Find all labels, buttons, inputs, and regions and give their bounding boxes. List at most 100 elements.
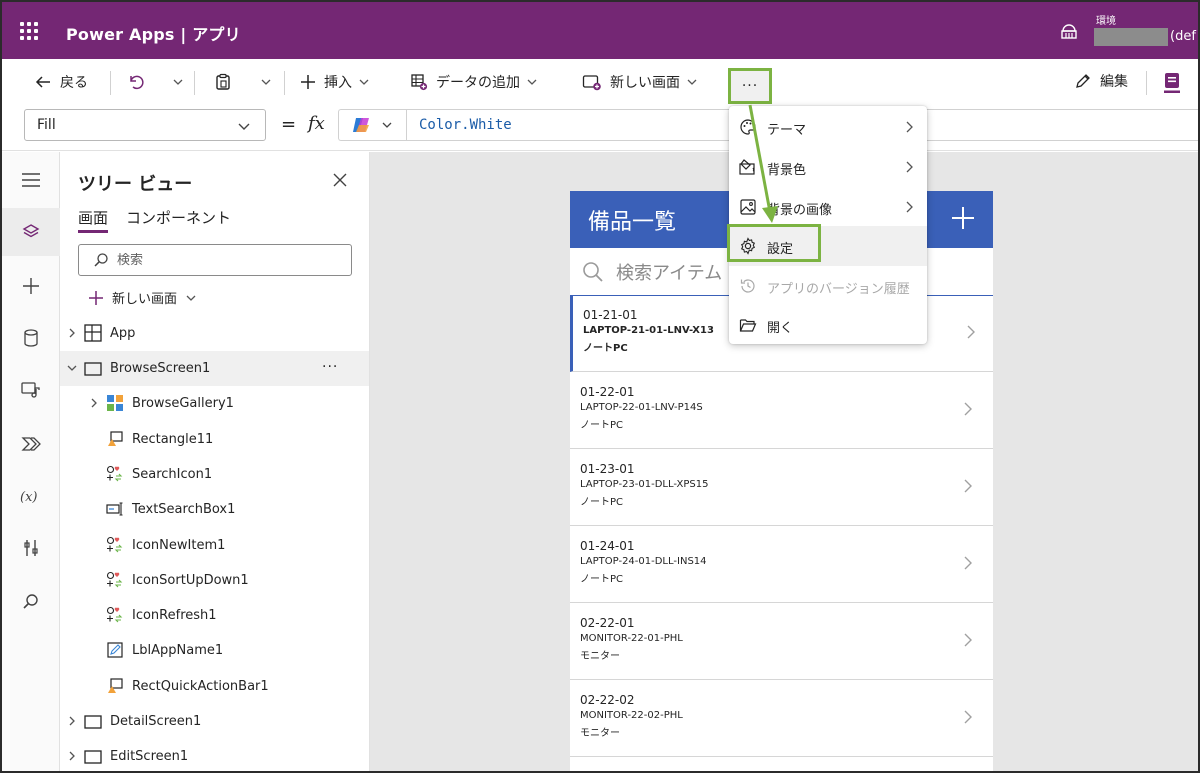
menu-item-background-color[interactable]: 背景色 [729, 147, 927, 187]
text-input-icon [106, 502, 123, 516]
tree-node-rect-quick-action-bar[interactable]: RectQuickActionBar1 [60, 669, 369, 704]
new-screen-label: 新しい画面 [610, 75, 680, 91]
rail-power-automate[interactable] [2, 420, 60, 468]
tree-node-browse-gallery[interactable]: BrowseGallery1 [60, 386, 369, 421]
add-data-label: データの追加 [436, 75, 520, 91]
item-code: 02-22-01 [580, 616, 635, 630]
tree-node-icon-refresh[interactable]: IconRefresh1 [60, 598, 369, 633]
tree-node-label-app-name[interactable]: LblAppName1 [60, 633, 369, 668]
edit-button[interactable]: 編集 [1074, 71, 1128, 91]
app-name-label[interactable]: 備品一覧 [588, 204, 676, 236]
gallery-item[interactable]: 02-22-02 MONITOR-22-02-PHL モニター [570, 680, 993, 757]
chevron-right-icon[interactable] [963, 710, 973, 724]
insert-button[interactable]: 挿入 [300, 71, 370, 93]
fx-label: fx [308, 113, 325, 134]
environment-label: 環境 [1096, 16, 1116, 27]
close-icon[interactable] [332, 172, 348, 188]
undo-button[interactable] [127, 71, 145, 93]
tree-node-icon-sort[interactable]: IconSortUpDown1 [60, 563, 369, 598]
chevron-right-icon[interactable] [963, 633, 973, 647]
tree-node-detail-screen[interactable]: DetailScreen1 [60, 704, 369, 739]
environment-icon[interactable] [1060, 22, 1078, 40]
app-header: Power Apps | アプリ 環境 (def [2, 2, 1198, 59]
chevron-right-icon[interactable] [963, 479, 973, 493]
tree-view-title: ツリー ビュー [78, 174, 193, 195]
rail-tree-view[interactable] [2, 208, 60, 256]
theme-icon [740, 119, 756, 135]
icon-control-icon [106, 571, 123, 588]
item-name: MONITOR-22-02-PHL [580, 710, 683, 721]
add-data-button[interactable]: データの追加 [410, 71, 538, 93]
item-name: LAPTOP-21-01-LNV-X13 [583, 325, 714, 336]
tree-node-label: EditScreen1 [110, 749, 189, 764]
chevron-right-icon[interactable] [963, 402, 973, 416]
gallery-item[interactable]: 02-22-01 MONITOR-22-01-PHL モニター [570, 603, 993, 680]
chevron-right-icon[interactable] [963, 556, 973, 570]
menu-item-open[interactable]: 開く [729, 305, 927, 345]
tree-node-text-search-box[interactable]: TextSearchBox1 [60, 492, 369, 527]
property-dropdown[interactable]: Fill [24, 109, 266, 141]
new-screen-icon [582, 75, 601, 91]
variables-icon: (x) [20, 490, 37, 505]
gallery-item[interactable]: 01-24-01 LAPTOP-24-01-DLL-INS14 ノートPC [570, 526, 993, 603]
tree-node-icon-new-item[interactable]: IconNewItem1 [60, 528, 369, 563]
chevron-right-icon[interactable] [966, 325, 976, 339]
insert-label: 挿入 [324, 75, 352, 91]
rail-media[interactable] [2, 366, 60, 414]
menu-item-theme[interactable]: テーマ [729, 107, 927, 147]
copilot-button[interactable] [338, 109, 406, 141]
new-screen-button[interactable]: 新しい画面 [582, 71, 698, 93]
rail-insert[interactable] [2, 262, 60, 310]
gallery-item[interactable]: 01-22-01 LAPTOP-22-01-LNV-P14S ノートPC [570, 372, 993, 449]
waffle-icon[interactable] [20, 22, 38, 40]
undo-icon [130, 75, 144, 90]
history-icon [740, 279, 755, 293]
tree-search-box[interactable] [78, 244, 352, 276]
separator [284, 71, 285, 95]
new-screen-label: 新しい画面 [112, 292, 178, 307]
panel-icon[interactable] [1162, 71, 1182, 93]
tree-search-input[interactable] [117, 252, 317, 268]
left-rail: (x) [2, 152, 60, 771]
node-more-button[interactable]: ··· [322, 359, 338, 375]
app-window: Power Apps | アプリ 環境 (def 戻る 挿入 データの追加 新し… [0, 0, 1200, 773]
chevron-right-icon[interactable] [88, 397, 100, 409]
rail-data[interactable] [2, 314, 60, 362]
gallery-item[interactable]: 01-23-01 LAPTOP-23-01-DLL-XPS15 ノートPC [570, 449, 993, 526]
paste-dropdown[interactable] [260, 71, 272, 93]
chevron-right-icon[interactable] [66, 750, 78, 762]
chevron-down-icon[interactable] [66, 362, 78, 374]
environment-suffix: (def [1170, 29, 1196, 44]
chevron-right-icon[interactable] [66, 715, 78, 727]
power-automate-icon [21, 437, 41, 451]
screen-icon [84, 750, 102, 764]
chevron-down-icon [238, 123, 250, 130]
rail-variables[interactable]: (x) [2, 472, 60, 520]
command-bar: 戻る 挿入 データの追加 新しい画面 編集 [2, 59, 1198, 105]
new-item-plus-icon[interactable] [950, 205, 976, 231]
chevron-down-icon [186, 295, 196, 301]
more-commands-button[interactable]: ··· [728, 68, 772, 104]
search-icon [23, 594, 38, 609]
tree-node-rectangle[interactable]: Rectangle11 [60, 422, 369, 457]
tree-new-screen-button[interactable]: 新しい画面 [88, 288, 197, 307]
tab-screens[interactable]: 画面 [78, 207, 109, 233]
tree-node-edit-screen[interactable]: EditScreen1 [60, 739, 369, 771]
tree-node-app[interactable]: App [60, 316, 369, 351]
tab-components[interactable]: コンポーネント [126, 207, 231, 228]
undo-dropdown[interactable] [172, 71, 184, 93]
rail-advanced-tools[interactable] [2, 524, 60, 572]
menu-item-background-image[interactable]: 背景の画像 [729, 187, 927, 227]
paste-button[interactable] [214, 71, 232, 93]
chevron-right-icon[interactable] [66, 327, 78, 339]
item-category: モニター [580, 728, 620, 739]
tree-node-browse-screen[interactable]: BrowseScreen1 ··· [60, 351, 369, 386]
back-button[interactable]: 戻る [34, 71, 88, 93]
menu-item-label: アプリのバージョン履歴 [767, 282, 910, 297]
clipboard-icon [216, 73, 230, 90]
tree-node-search-icon[interactable]: SearchIcon1 [60, 457, 369, 492]
rail-search[interactable] [2, 578, 60, 626]
layers-icon [22, 224, 40, 238]
hamburger-menu-button[interactable] [2, 156, 60, 204]
media-icon [21, 382, 40, 398]
